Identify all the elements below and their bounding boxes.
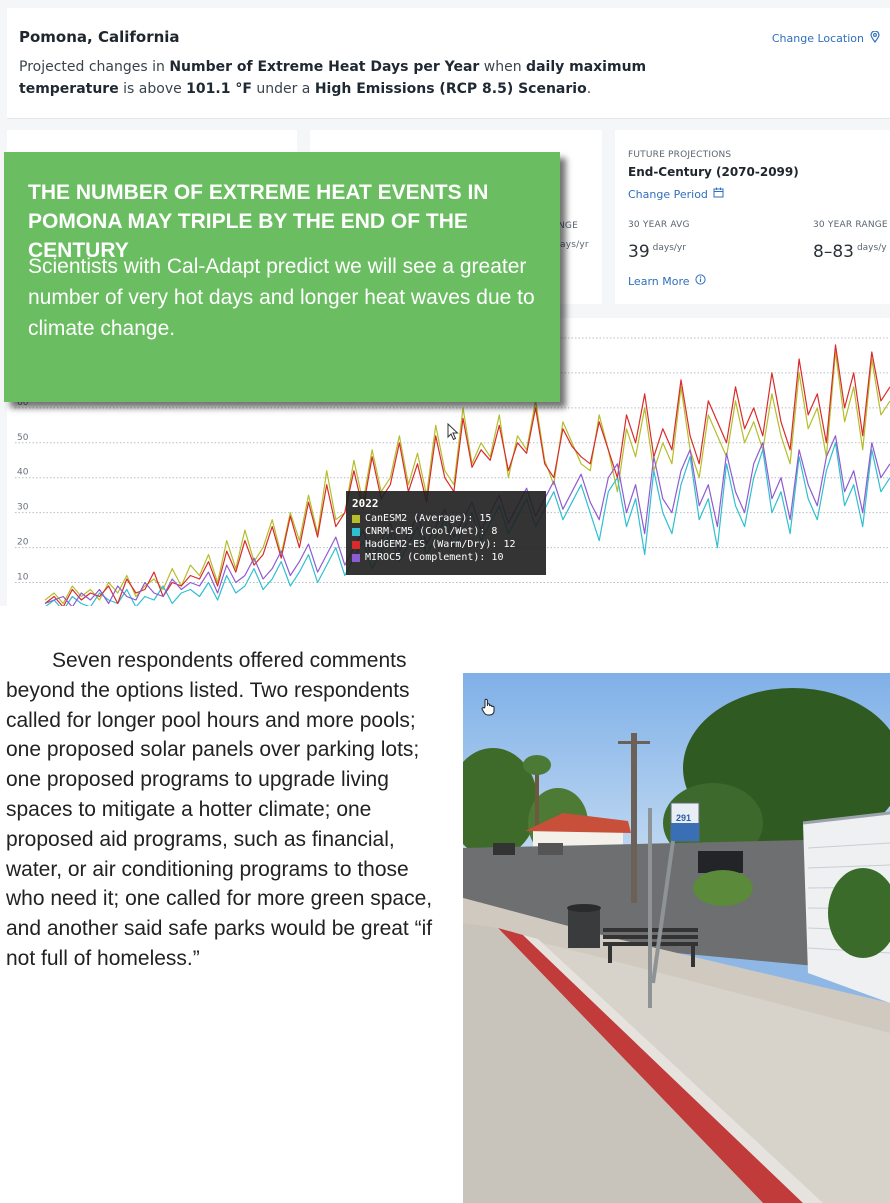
range-value-group: 8–83 days/y — [813, 242, 887, 262]
y-tick-label: 20 — [17, 538, 29, 548]
tooltip-row-label: CNRM-CM5 (Cool/Wet): 8 — [365, 526, 498, 537]
change-location-label: Change Location — [771, 32, 864, 45]
learn-more-label: Learn More — [628, 274, 690, 288]
mouse-pointer-icon — [447, 422, 459, 445]
swatch-canesm2 — [352, 514, 360, 523]
avg-unit: days/yr — [652, 243, 686, 254]
tooltip-row: CanESM2 (Average): 15 — [352, 512, 540, 525]
tooltip-row: HadGEM2-ES (Warm/Dry): 12 — [352, 538, 540, 551]
period-label: End-Century (2070-2099) — [628, 165, 799, 179]
avg-value-group: 39 days/yr — [628, 242, 686, 262]
y-tick-label: 40 — [17, 468, 29, 478]
unit-fragment: ays/yr — [560, 240, 589, 250]
change-period-link[interactable]: Change Period — [628, 187, 724, 201]
desc-text: when — [479, 59, 527, 75]
desc-metric: Number of Extreme Heat Days per Year — [169, 59, 480, 75]
change-period-label: Change Period — [628, 187, 708, 201]
future-heading: FUTURE PROJECTIONS — [628, 150, 732, 160]
chart-tooltip: 2022 CanESM2 (Average): 15 CNRM-CM5 (Coo… — [346, 491, 546, 575]
tooltip-row-label: HadGEM2-ES (Warm/Dry): 12 — [365, 539, 516, 550]
desc-text: . — [586, 81, 592, 97]
paragraph-text: Seven respondents offered comments beyon… — [6, 649, 433, 970]
desc-threshold: 101.1 °F — [186, 81, 252, 97]
street-scene: 291 — [463, 673, 890, 1203]
location-panel: Pomona, California Change Location Proje… — [7, 8, 890, 119]
tooltip-row: CNRM-CM5 (Cool/Wet): 8 — [352, 525, 540, 538]
y-tick-label: 50 — [17, 433, 29, 443]
info-icon — [694, 274, 706, 288]
y-tick-label: 30 — [17, 503, 29, 513]
y-tick-label: 10 — [17, 573, 29, 583]
desc-scenario: High Emissions (RCP 8.5) Scenario — [314, 81, 587, 97]
heat-callout: THE NUMBER OF EXTREME HEAT EVENTS IN POM… — [4, 152, 560, 402]
range-label-fragment: NGE — [558, 221, 578, 231]
map-pin-icon — [870, 30, 880, 46]
future-projections-card: FUTURE PROJECTIONS End-Century (2070-209… — [615, 130, 890, 304]
location-title: Pomona, California — [19, 28, 180, 46]
swatch-cnrm — [352, 527, 360, 536]
calendar-icon — [713, 187, 724, 201]
desc-text: Projected changes in — [19, 59, 170, 75]
tooltip-row-label: MIROC5 (Complement): 10 — [365, 552, 504, 563]
tooltip-row: MIROC5 (Complement): 10 — [352, 551, 540, 564]
bus-sign-number: 291 — [676, 813, 691, 823]
tooltip-year: 2022 — [352, 497, 379, 510]
avg-label: 30 YEAR AVG — [628, 220, 690, 230]
desc-text: under a — [251, 81, 315, 97]
desc-text: is above — [118, 81, 187, 97]
hand-cursor-icon — [481, 698, 495, 721]
avg-value: 39 — [628, 242, 650, 262]
location-description: Projected changes in Number of Extreme H… — [19, 56, 659, 100]
change-location-link[interactable]: Change Location — [771, 30, 880, 46]
callout-body: Scientists with Cal-Adapt predict we wil… — [28, 255, 535, 340]
bus-stop-street-photo: 291 — [463, 673, 890, 1203]
range-label: 30 YEAR RANGE — [813, 220, 888, 230]
range-unit: days/y — [856, 243, 887, 254]
respondents-paragraph: Seven respondents offered comments beyon… — [6, 646, 446, 974]
learn-more-link[interactable]: Learn More — [628, 274, 706, 288]
range-value: 8–83 — [813, 242, 854, 262]
tooltip-row-label: CanESM2 (Average): 15 — [365, 513, 492, 524]
swatch-hadgem2 — [352, 540, 360, 549]
swatch-miroc5 — [352, 553, 360, 562]
